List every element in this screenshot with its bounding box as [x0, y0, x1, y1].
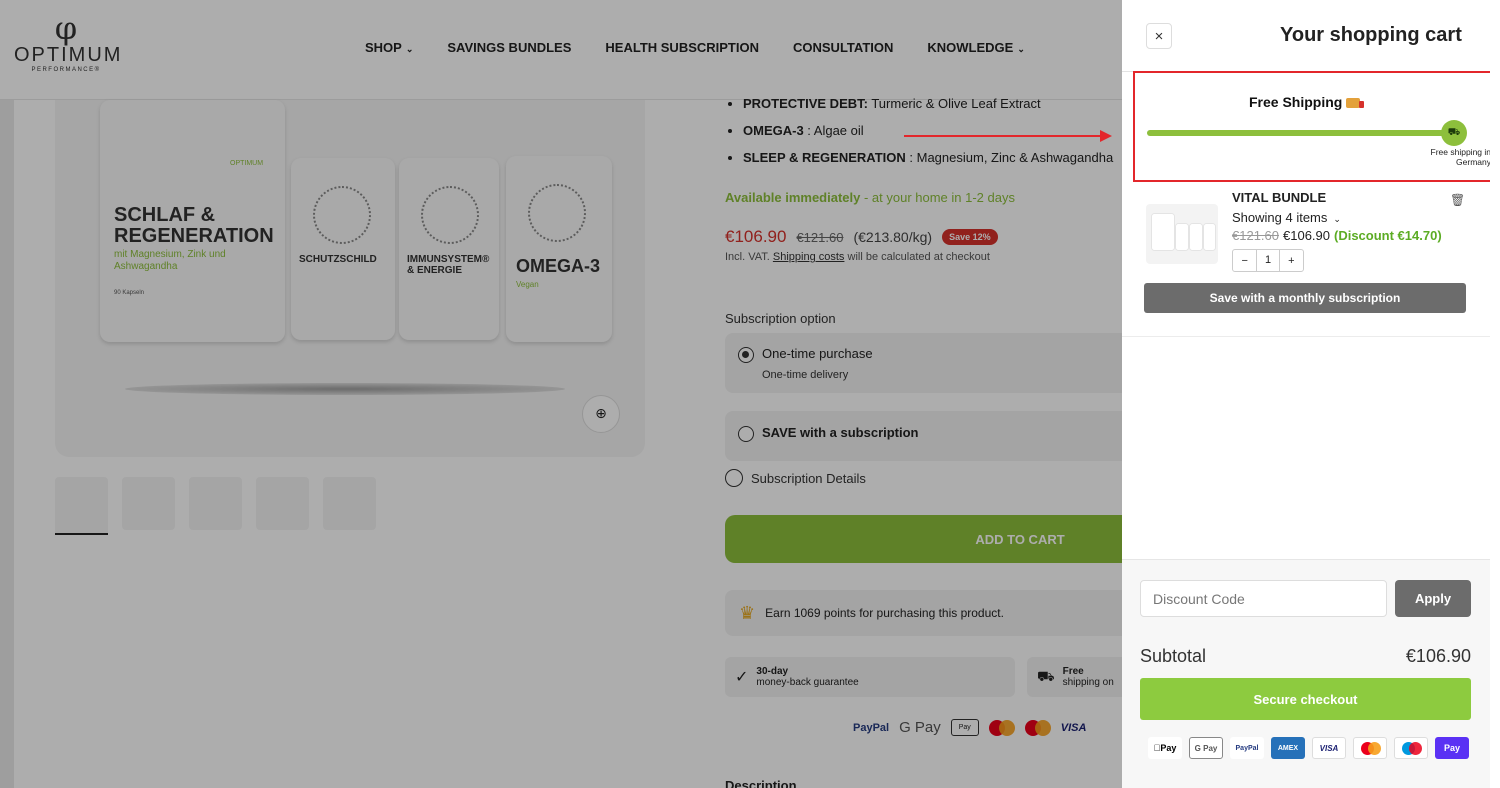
quantity-stepper: − 1 +: [1232, 249, 1304, 272]
mastercard-icon: [1353, 737, 1387, 759]
apple-pay-icon: Pay: [1148, 737, 1182, 759]
cart-item-price-now: €106.90: [1283, 228, 1330, 243]
page-scrollbar-area: [1490, 0, 1500, 788]
cart-footer: Apply Subtotal €106.90 Secure checkout …: [1122, 559, 1490, 788]
divider: [1122, 336, 1490, 337]
cart-item-discount: (Discount €14.70): [1334, 228, 1442, 243]
cart-title: Your shopping cart: [1280, 24, 1462, 46]
secure-checkout-button[interactable]: Secure checkout: [1140, 678, 1471, 720]
apply-discount-button[interactable]: Apply: [1395, 580, 1471, 617]
subtotal-value: €106.90: [1405, 646, 1471, 666]
cart-item-contents-toggle[interactable]: Showing 4 items ⌄: [1232, 210, 1341, 225]
annotation-arrow-head: [1100, 130, 1112, 142]
discount-code-input[interactable]: [1140, 580, 1387, 617]
truck-knob-icon: ⛟: [1441, 120, 1467, 146]
amex-icon: AMEX: [1271, 737, 1305, 759]
cart-item-price-old: €121.60: [1232, 228, 1279, 243]
payment-icons: Pay G Pay PayPal AMEX VISA Pay: [1148, 737, 1469, 759]
trash-icon[interactable]: 🗑: [1450, 193, 1465, 207]
cart-item-price: €121.60 €106.90 (Discount €14.70): [1232, 228, 1442, 243]
paypal-icon: PayPal: [1230, 737, 1264, 759]
quantity-increase-button[interactable]: +: [1280, 255, 1303, 267]
visa-icon: VISA: [1312, 737, 1346, 759]
close-button[interactable]: ×: [1146, 23, 1172, 49]
quantity-decrease-button[interactable]: −: [1233, 255, 1256, 267]
shipping-progress-fill: [1147, 130, 1457, 136]
monthly-subscription-button[interactable]: Save with a monthly subscription: [1144, 283, 1466, 313]
shipping-progress-track: [1147, 130, 1457, 136]
drawer-backdrop[interactable]: [0, 0, 1122, 788]
shop-pay-icon: Pay: [1435, 737, 1469, 759]
annotation-arrow: [904, 135, 1104, 137]
close-icon: ×: [1154, 27, 1164, 45]
free-shipping-note: Free shipping in Germany: [1430, 147, 1491, 167]
google-pay-icon: G Pay: [1189, 737, 1223, 759]
quantity-value[interactable]: 1: [1256, 250, 1280, 271]
truck-icon: [1346, 98, 1365, 109]
free-shipping-progress: Free Shipping ⛟ Free shipping in Germany: [1133, 71, 1499, 182]
chevron-down-icon: ⌄: [1333, 214, 1341, 224]
maestro-icon: [1394, 737, 1428, 759]
cart-item-name[interactable]: VITAL BUNDLE: [1232, 190, 1326, 205]
subtotal-label: Subtotal: [1140, 646, 1207, 666]
cart-drawer: × Your shopping cart Free Shipping ⛟ Fre…: [1122, 0, 1499, 788]
cart-item-image: [1146, 204, 1218, 264]
free-shipping-title: Free Shipping: [1249, 94, 1365, 110]
